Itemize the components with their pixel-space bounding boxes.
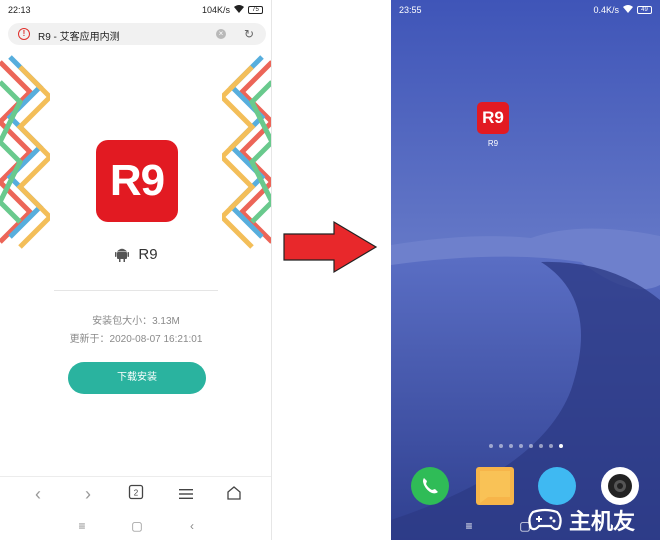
forward-icon[interactable]: › xyxy=(78,484,98,504)
browser-toolbar: ‹ › 2 xyxy=(0,476,271,510)
wallpaper xyxy=(391,0,660,540)
page-dot[interactable] xyxy=(499,444,503,448)
recents-icon[interactable]: ≡ xyxy=(74,518,90,534)
app-name: R9 xyxy=(138,246,158,263)
page-dot[interactable] xyxy=(539,444,543,448)
home-icon[interactable] xyxy=(224,484,244,504)
phone-icon[interactable] xyxy=(411,467,449,505)
status-bar: 23:55 0.4K/s 49 xyxy=(391,0,660,20)
watermark: 主机友 xyxy=(527,502,657,538)
page-title: R9 - 艾客应用内测 xyxy=(38,32,120,43)
status-time: 23:55 xyxy=(399,5,422,15)
status-time: 22:13 xyxy=(8,5,31,15)
gamepad-icon xyxy=(528,508,562,531)
app-name-row: R9 xyxy=(0,246,271,263)
android-icon xyxy=(115,248,130,262)
wifi-icon xyxy=(234,5,244,15)
page-dot[interactable] xyxy=(519,444,523,448)
download-install-button[interactable]: 下载安装 xyxy=(68,362,206,394)
app-icon: R9 xyxy=(96,140,178,222)
back-icon[interactable]: ‹ xyxy=(28,484,48,504)
arrow-icon xyxy=(283,220,378,274)
camera-icon[interactable] xyxy=(601,467,639,505)
page-dot[interactable] xyxy=(549,444,553,448)
package-size: 安装包大小：3.13M xyxy=(92,316,180,327)
warning-icon: ! xyxy=(18,28,30,40)
divider xyxy=(54,290,218,291)
status-bar: 22:13 104K/s 75 xyxy=(0,0,271,20)
decorative-stripes-left xyxy=(0,55,50,249)
clear-icon[interactable]: × xyxy=(216,29,226,39)
home-nav-icon[interactable]: ▢ xyxy=(129,518,145,534)
reload-icon[interactable]: ↻ xyxy=(244,27,254,41)
battery-icon: 75 xyxy=(248,6,263,14)
page-dot[interactable] xyxy=(489,444,493,448)
page-indicator xyxy=(489,444,563,450)
network-speed: 104K/s xyxy=(201,5,230,15)
network-speed: 0.4K/s xyxy=(593,5,619,15)
recents-icon[interactable]: ≡ xyxy=(461,518,477,534)
menu-icon[interactable] xyxy=(176,484,196,504)
scan-icon[interactable]: 2 xyxy=(126,484,146,504)
decorative-stripes-right xyxy=(222,55,271,249)
message-icon[interactable] xyxy=(476,467,514,505)
battery-icon: 49 xyxy=(637,6,652,14)
browser-icon[interactable] xyxy=(538,467,576,505)
watermark-text: 主机友 xyxy=(569,509,636,534)
back-nav-icon[interactable]: ‹ xyxy=(184,518,200,534)
system-nav-bar: ≡ ▢ ‹ xyxy=(0,512,271,540)
page-dot[interactable] xyxy=(509,444,513,448)
left-phone-screen: 22:13 104K/s 75 ! R9 - 艾客应用内测 × ↻ R9 R9 … xyxy=(0,0,272,540)
url-bar[interactable]: ! R9 - 艾客应用内测 × ↻ xyxy=(8,23,266,45)
home-app-label: R9 xyxy=(487,139,499,148)
page-dot[interactable] xyxy=(559,444,563,448)
right-phone-screen: 23:55 0.4K/s 49 R9 R9 ≡ ▢ 主机友 xyxy=(391,0,660,540)
svg-text:2: 2 xyxy=(134,489,139,498)
update-time: 更新于：2020-08-07 16:21:01 xyxy=(69,334,203,345)
home-app-icon[interactable]: R9 xyxy=(477,102,509,134)
wifi-icon xyxy=(623,5,633,15)
page-dot[interactable] xyxy=(529,444,533,448)
